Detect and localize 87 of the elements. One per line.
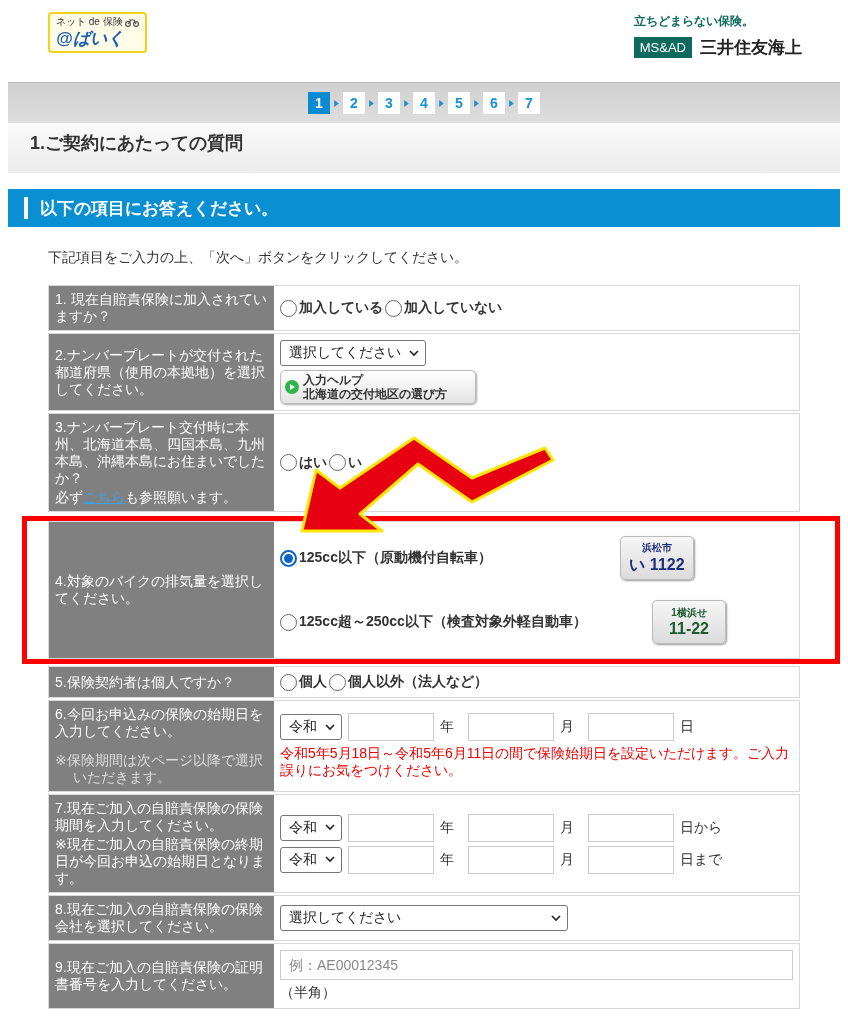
- option-label: 125cc超～250cc以下（検査対象外軽自動車）: [299, 613, 587, 631]
- certificate-number-field[interactable]: 例：AE00012345: [280, 950, 793, 980]
- brand-slogan: 立ちどまらない保険。: [633, 13, 755, 30]
- option-label: 加入している: [299, 299, 383, 317]
- plate-region: 浜松市: [642, 540, 672, 555]
- question-label: 7.現在ご加入の自賠責保険の保険期間を入力してください。: [55, 800, 264, 834]
- step-indicator: 2: [343, 92, 365, 114]
- month-field[interactable]: [468, 713, 554, 741]
- company-name: 三井住友海上: [700, 37, 802, 59]
- radio-button[interactable]: [280, 549, 297, 567]
- reference-note: 必ずこちら も参照願います。: [55, 489, 238, 506]
- unit-label: 日: [680, 718, 694, 736]
- radio-button[interactable]: [385, 299, 402, 317]
- chevron-down-icon: [325, 824, 335, 831]
- month-field[interactable]: [468, 845, 554, 874]
- option-label: 加入していない: [404, 299, 502, 317]
- company-select[interactable]: 選択してください: [280, 905, 568, 931]
- field-hint: （半角）: [280, 984, 337, 1002]
- year-field[interactable]: [348, 813, 434, 842]
- chevron-down-icon: [325, 856, 335, 863]
- step-indicator: 7: [518, 92, 540, 114]
- step-arrow-icon: [404, 99, 409, 107]
- prefecture-select[interactable]: 選択してください: [280, 340, 426, 366]
- radio-button[interactable]: [280, 613, 297, 631]
- radio-button[interactable]: [280, 454, 297, 471]
- option-label: 個人: [299, 673, 327, 691]
- question-label: 3.ナンバープレート交付時に本州、北海道本島、四国本島、九州本島、沖縄本島にお住まいでしたか？: [55, 419, 266, 487]
- plate-region: 1横浜せ: [671, 606, 707, 620]
- question-label: 2.ナンバープレートが交付された都道府県（使用の本拠地）を選択してください。: [55, 346, 266, 398]
- question-label: 6.今回お申込みの保険の始期日を入力してください。: [55, 706, 264, 740]
- question-note: ※現在ご加入の自賠責保険の終期日が今回お申込の始期日となります。: [55, 836, 266, 887]
- step-indicator: 1: [308, 92, 330, 114]
- logo-tagline: ネット de 保険: [56, 15, 123, 29]
- era-select[interactable]: 令和: [280, 814, 342, 841]
- unit-label: 月: [560, 718, 574, 736]
- option-label: はい: [299, 453, 327, 472]
- era-select[interactable]: 令和: [280, 846, 342, 873]
- day-field[interactable]: [588, 813, 674, 842]
- step-indicator: 6: [483, 92, 505, 114]
- page-title: 1.ご契約にあたっての質問: [30, 132, 243, 155]
- chevron-down-icon: [409, 349, 419, 357]
- question-label: 5.保険契約者は個人ですか？: [55, 673, 236, 691]
- option-label: 個人以外（法人など）: [348, 673, 488, 691]
- motorbike-icon: [124, 17, 139, 27]
- unit-label: 日まで: [680, 850, 722, 869]
- logo-text: @ばいく: [56, 29, 125, 49]
- day-field[interactable]: [588, 845, 674, 874]
- question-label: 9.現在ご加入の自賠責保険の証明書番号を入力してください。: [55, 959, 264, 993]
- date-warning: 令和5年5月18日～令和5年6月11日の間で保険始期日を設定いただけます。ご入力誤りにお気をつけください。: [280, 745, 791, 779]
- year-field[interactable]: [348, 845, 434, 874]
- unit-label: 月: [560, 850, 574, 869]
- chevron-down-icon: [551, 914, 561, 922]
- plate-number: い 1122: [629, 554, 685, 575]
- step-arrow-icon: [474, 99, 479, 107]
- unit-label: 年: [440, 718, 454, 736]
- radio-button[interactable]: [280, 299, 297, 317]
- radio-button[interactable]: [280, 673, 297, 691]
- help-button[interactable]: 入力ヘルプ 北海道の交付地区の選び方: [280, 370, 476, 404]
- question-label: 8.現在ご加入の自賠責保険の保険会社を選択してください。: [55, 901, 264, 935]
- play-icon: [285, 380, 299, 394]
- question-note: ※保険期間は次ページ以降で選択いただきます。: [55, 752, 264, 786]
- unit-label: 年: [440, 850, 454, 869]
- step-indicator: 3: [378, 92, 400, 114]
- year-field[interactable]: [348, 713, 434, 741]
- radio-button[interactable]: [329, 454, 346, 471]
- plate-number: 11-22: [668, 620, 709, 638]
- question-label: 1. 現在自賠責保険に加入されていますか？: [55, 291, 268, 325]
- month-field[interactable]: [468, 813, 554, 842]
- step-indicator: 4: [413, 92, 435, 114]
- chevron-down-icon: [325, 723, 335, 731]
- step-arrow-icon: [369, 99, 374, 107]
- step-indicator: 5: [448, 92, 470, 114]
- option-label: 125cc以下（原動機付自転車）: [299, 549, 492, 567]
- option-label: い: [348, 453, 362, 472]
- brand-mark: MS&AD: [633, 37, 692, 58]
- unit-label: 月: [560, 818, 574, 837]
- step-arrow-icon: [509, 99, 514, 107]
- radio-button[interactable]: [329, 673, 346, 691]
- unit-label: 年: [440, 818, 454, 837]
- question-label: 4.対象のバイクの排気量を選択してください。: [55, 573, 264, 607]
- section-title: 以下の項目にお答えください。: [40, 197, 278, 220]
- step-arrow-icon: [334, 99, 339, 107]
- step-arrow-icon: [439, 99, 444, 107]
- era-select[interactable]: 令和: [280, 714, 342, 740]
- unit-label: 日から: [680, 818, 722, 837]
- day-field[interactable]: [588, 713, 674, 741]
- instructions: 下記項目をご入力の上、「次へ」ボタンをクリックしてください。: [48, 249, 469, 267]
